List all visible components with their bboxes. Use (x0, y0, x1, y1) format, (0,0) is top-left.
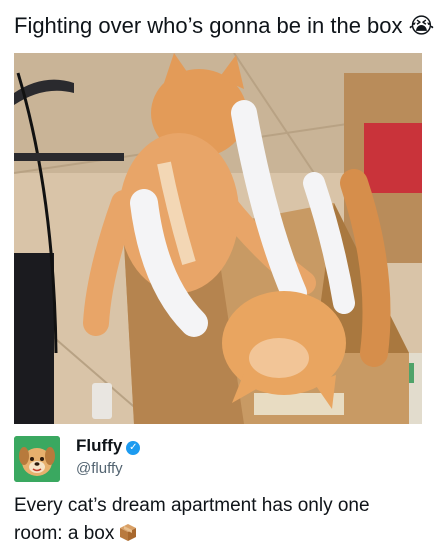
cats-in-box-illustration (14, 53, 422, 424)
post-caption: Every cat’s dream apartment has only one… (14, 492, 414, 548)
author-handle[interactable]: @fluffy (76, 458, 123, 480)
loudly-crying-face-icon: 😭 (408, 13, 435, 38)
author-name[interactable]: Fluffy (76, 436, 122, 455)
package-box-icon (120, 524, 137, 541)
post-author[interactable]: Fluffy ✓ @fluffy (14, 434, 422, 484)
caption-text: Every cat’s dream apartment has only one… (14, 495, 370, 544)
post-photo[interactable] (14, 53, 422, 424)
dog-avatar-icon (14, 436, 60, 482)
verified-badge-icon: ✓ (126, 441, 141, 455)
avatar[interactable] (14, 436, 60, 482)
author-name-row[interactable]: Fluffy ✓ (76, 434, 141, 458)
headline-text: Fighting over who’s gonna be in the box (14, 13, 403, 38)
post-headline: Fighting over who’s gonna be in the box … (14, 10, 434, 42)
